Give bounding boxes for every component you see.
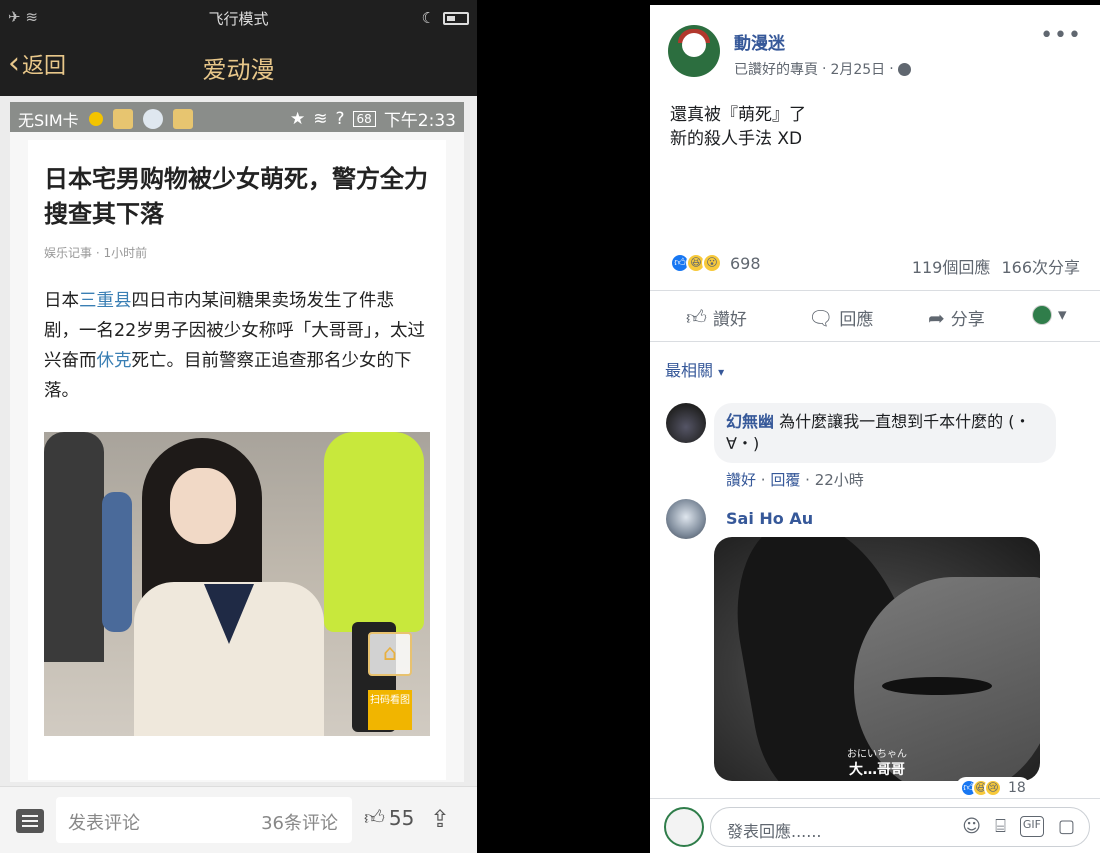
article-link[interactable]: 三重县: [79, 291, 132, 311]
phone-nav-bar: ‹ 返回 爱动漫: [0, 36, 477, 96]
comment-placeholder: 發表回應......: [727, 822, 822, 841]
article-title: 日本宅男购物被少女萌死，警方全力搜查其下落: [44, 165, 428, 228]
post-text: 還真被『萌死』了 新的殺人手法 XD: [670, 105, 806, 149]
phone-screenshot: ✈ ≋ 飞行模式 ☾ ‹ 返回 爱动漫 无SIM卡 ★ ≋ ? 68 下午2:3…: [0, 0, 477, 853]
embedded-screenshot: 无SIM卡 ★ ≋ ? 68 下午2:33 日本宅男购物被少女萌死，警方全力搜查…: [10, 102, 464, 782]
comment-bubble: 幻無幽 為什麼讓我一直想到千本什麼的 (・∀・): [714, 403, 1056, 463]
sad-reaction-icon: 😢︎: [984, 779, 1002, 797]
comment-like-link[interactable]: 讚好: [726, 471, 756, 489]
app-notification-icon: [142, 109, 163, 129]
home-icon[interactable]: ⌂: [368, 632, 412, 676]
divider: [650, 341, 1100, 342]
comment-composer: 發表回應...... ☺ ⌸ GIF ▢: [650, 798, 1100, 853]
article-meta: 娱乐记事 · 1小时前: [44, 246, 148, 260]
inner-status-bar: 无SIM卡 ★ ≋ ? 68 下午2:33: [10, 102, 464, 132]
globe-icon: [897, 62, 911, 76]
reaction-count: 698: [730, 253, 761, 273]
share-icon[interactable]: ⇪: [430, 805, 450, 833]
comment-reply-link[interactable]: 回覆: [770, 471, 800, 489]
app-notification-icon: [172, 109, 193, 129]
comment-reaction-summary[interactable]: 👍︎ 😆︎ 😢︎ 18: [956, 777, 1030, 799]
wow-reaction-icon: 😮︎: [702, 253, 722, 273]
image-subtitle: 大…哥哥: [849, 762, 905, 778]
comment-input[interactable]: 发表评论 36条评论: [56, 797, 352, 843]
question-icon: ?: [335, 108, 345, 129]
avatar[interactable]: [664, 807, 704, 847]
liked-page-label: 已讚好的專頁: [734, 62, 818, 78]
image-subtitle-small: おにいちゃん: [847, 749, 907, 760]
reaction-summary[interactable]: 👍︎ 😆︎ 😮︎ 698: [670, 253, 761, 273]
comment-count[interactable]: 36条评论: [261, 809, 338, 835]
app-title: 爱动漫: [202, 56, 275, 84]
thumbs-up-icon: 👍︎: [364, 805, 385, 829]
qr-badge[interactable]: 扫码看图: [368, 690, 412, 730]
like-count: 55: [388, 805, 415, 830]
comment-time[interactable]: 22小時: [815, 471, 864, 489]
page-name[interactable]: 動漫迷: [734, 29, 785, 54]
page-avatar[interactable]: [668, 25, 720, 77]
wifi-icon: ≋: [313, 108, 328, 129]
battery-level: 68: [352, 110, 376, 127]
list-icon[interactable]: [16, 809, 44, 833]
moon-icon: ☾: [421, 9, 435, 27]
inner-time: 下午2:33: [383, 111, 456, 131]
app-notification-icon: [112, 109, 133, 129]
comment-placeholder: 发表评论: [68, 813, 140, 834]
sticker-icon[interactable]: ▢: [1058, 816, 1075, 837]
thumbs-up-icon: 👍︎: [686, 305, 707, 329]
commenter-name[interactable]: 幻無幽: [726, 412, 774, 431]
article-body: 日本三重县四日市内某间糖果卖场发生了件悲剧，一名22岁男子因被少女称呼「大哥哥」…: [44, 291, 426, 401]
gif-icon[interactable]: GIF: [1019, 816, 1044, 837]
comment-actions: 讚好 · 回覆 · 22小時: [726, 471, 864, 489]
sim-label: 无SIM卡: [18, 111, 79, 130]
share-button[interactable]: ➦ 分享: [928, 305, 985, 331]
comment-reaction-count: 18: [1008, 780, 1026, 796]
post-actions: 👍︎ 讚好 🗨︎ 回應 ➦ 分享 ▾: [650, 291, 1100, 341]
comment-sort-dropdown[interactable]: 最相關 ▾: [665, 357, 724, 381]
like-button[interactable]: 👍︎ 讚好: [686, 305, 747, 330]
shares-count[interactable]: 166次分享: [1001, 258, 1080, 277]
post-as-selector[interactable]: ▾: [1032, 305, 1067, 325]
like-button[interactable]: 👍︎ 55: [364, 805, 414, 830]
battery-icon: [443, 11, 469, 25]
speech-bubble-icon: 🗨︎: [808, 305, 834, 330]
comment-input[interactable]: 發表回應...... ☺ ⌸ GIF ▢: [710, 807, 1090, 847]
chevron-down-icon: ▾: [1058, 305, 1067, 325]
comments-count[interactable]: 119個回應: [912, 258, 991, 277]
more-options-icon[interactable]: •••: [1040, 23, 1082, 48]
avatar[interactable]: [666, 499, 706, 539]
star-icon: ★: [290, 108, 306, 129]
share-arrow-icon: ➦: [928, 305, 945, 330]
notification-dot-icon: [88, 112, 103, 126]
post-meta: 已讚好的專頁 · 2月25日 ·: [734, 59, 911, 79]
post-date[interactable]: 2月25日: [830, 59, 885, 79]
avatar: [1032, 305, 1052, 325]
emoji-icon[interactable]: ☺: [962, 816, 981, 837]
article-card: 日本宅男购物被少女萌死，警方全力搜查其下落 娱乐记事 · 1小时前 日本三重县四…: [28, 140, 446, 780]
comment-image[interactable]: おにいちゃん 大…哥哥: [714, 537, 1040, 781]
phone-bottom-bar: 发表评论 36条评论 👍︎ 55 ⇪: [0, 786, 477, 853]
commenter-name[interactable]: Sai Ho Au: [726, 509, 813, 528]
chevron-down-icon: ▾: [718, 365, 725, 379]
article-viewport: 无SIM卡 ★ ≋ ? 68 下午2:33 日本宅男购物被少女萌死，警方全力搜查…: [0, 96, 477, 786]
avatar[interactable]: [666, 403, 706, 443]
camera-icon[interactable]: ⌸: [995, 816, 1006, 837]
facebook-post: 動漫迷 已讚好的專頁 · 2月25日 · ••• 還真被『萌死』了 新的殺人手法…: [650, 5, 1100, 853]
article-photo: ⌂ 扫码看图: [44, 432, 430, 736]
comment-button[interactable]: 🗨︎ 回應: [808, 305, 873, 331]
post-stats: 119個回應 166次分享: [912, 254, 1080, 278]
airplane-mode-label: 飞行模式: [208, 10, 269, 28]
article-link[interactable]: 休克: [97, 351, 132, 371]
phone-status-bar: ✈ ≋ 飞行模式 ☾: [0, 0, 477, 36]
